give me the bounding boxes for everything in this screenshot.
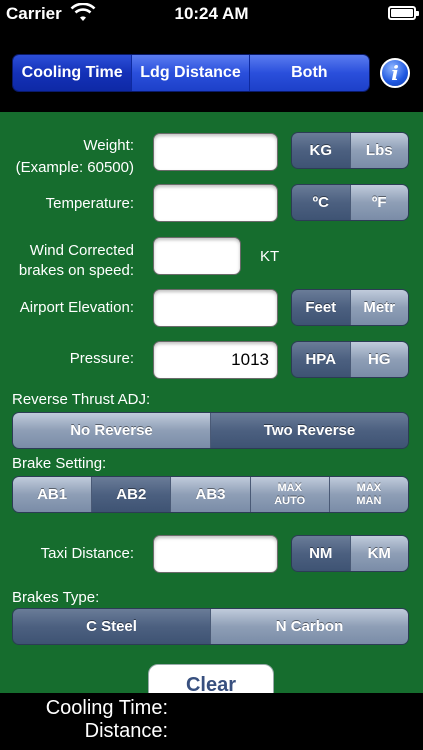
pressure-label: Pressure: bbox=[69, 350, 134, 367]
elevation-input[interactable] bbox=[153, 289, 278, 327]
unit-fahrenheit-button[interactable]: ºF bbox=[350, 185, 408, 220]
cooling-time-label: Cooling Time: bbox=[45, 697, 168, 719]
c-steel-button[interactable]: C Steel bbox=[13, 609, 211, 644]
wind-label-line2: brakes on speed: bbox=[18, 262, 134, 279]
elevation-label: Airport Elevation: bbox=[19, 299, 134, 316]
clock: 10:24 AM bbox=[174, 4, 249, 23]
distance-label: Distance: bbox=[84, 720, 168, 742]
max-auto-line2: AUTO bbox=[274, 494, 306, 507]
results-panel: Cooling Time: Distance: bbox=[0, 693, 423, 750]
unit-nm-button[interactable]: NM bbox=[292, 536, 351, 571]
weight-input[interactable] bbox=[153, 133, 278, 171]
unit-metr-button[interactable]: Metr bbox=[350, 290, 408, 325]
brakes-type-control: C Steel N Carbon bbox=[12, 608, 409, 645]
unit-lbs-button[interactable]: Lbs bbox=[350, 133, 408, 168]
brake-max-man-button[interactable]: MAX MAN bbox=[329, 477, 408, 512]
brake-ab1-button[interactable]: AB1 bbox=[13, 477, 93, 512]
unit-feet-button[interactable]: Feet bbox=[292, 290, 351, 325]
battery-icon bbox=[388, 6, 419, 20]
n-carbon-button[interactable]: N Carbon bbox=[211, 609, 408, 644]
reverse-thrust-control: No Reverse Two Reverse bbox=[12, 412, 409, 449]
unit-km-button[interactable]: KM bbox=[350, 536, 408, 571]
max-man-line1: MAX bbox=[356, 481, 382, 494]
no-reverse-button[interactable]: No Reverse bbox=[13, 413, 211, 448]
unit-hpa-button[interactable]: HPA bbox=[292, 342, 351, 377]
unit-hg-button[interactable]: HG bbox=[350, 342, 408, 377]
tab-both[interactable]: Both bbox=[249, 55, 369, 91]
temperature-label: Temperature: bbox=[45, 195, 134, 212]
brake-max-auto-button[interactable]: MAX AUTO bbox=[250, 477, 330, 512]
wind-unit-label: KT bbox=[260, 248, 280, 265]
brake-setting-control: AB1 AB2 AB3 MAX AUTO MAX MAN bbox=[12, 476, 409, 513]
two-reverse-button[interactable]: Two Reverse bbox=[211, 413, 408, 448]
max-man-line2: MAN bbox=[356, 494, 382, 507]
taxi-distance-label: Taxi Distance: bbox=[40, 545, 134, 562]
status-bar: Carrier 10:24 AM bbox=[0, 0, 423, 28]
brake-ab2-button[interactable]: AB2 bbox=[92, 477, 172, 512]
top-bar: Cooling Time Ldg Distance Both i bbox=[0, 28, 423, 112]
unit-celsius-button[interactable]: ºC bbox=[292, 185, 351, 220]
brakes-type-label: Brakes Type: bbox=[12, 589, 100, 606]
unit-kg-button[interactable]: KG bbox=[292, 133, 351, 168]
temperature-unit-control: ºC ºF bbox=[291, 184, 409, 221]
wind-label-line1: Wind Corrected bbox=[29, 242, 134, 259]
taxi-unit-control: NM KM bbox=[291, 535, 409, 572]
brake-ab3-button[interactable]: AB3 bbox=[171, 477, 251, 512]
pressure-input[interactable]: 1013 bbox=[153, 341, 278, 379]
info-icon: i bbox=[391, 61, 399, 85]
mode-segmented-control: Cooling Time Ldg Distance Both bbox=[12, 54, 370, 92]
info-button[interactable]: i bbox=[380, 58, 410, 88]
input-form: Weight: (Example: 60500) KG Lbs Temperat… bbox=[0, 112, 423, 700]
weight-label: Weight: bbox=[83, 137, 134, 154]
wind-speed-input[interactable] bbox=[153, 237, 241, 275]
weight-unit-control: KG Lbs bbox=[291, 132, 409, 169]
elevation-unit-control: Feet Metr bbox=[291, 289, 409, 326]
max-auto-line1: MAX bbox=[277, 481, 302, 494]
pressure-unit-control: HPA HG bbox=[291, 341, 409, 378]
brake-setting-label: Brake Setting: bbox=[12, 455, 107, 472]
reverse-thrust-label: Reverse Thrust ADJ: bbox=[12, 391, 151, 408]
tab-ldg-distance[interactable]: Ldg Distance bbox=[132, 55, 250, 91]
tab-cooling-time[interactable]: Cooling Time bbox=[13, 55, 133, 91]
weight-example: (Example: 60500) bbox=[15, 159, 134, 176]
taxi-distance-input[interactable] bbox=[153, 535, 278, 573]
temperature-input[interactable] bbox=[153, 184, 278, 222]
